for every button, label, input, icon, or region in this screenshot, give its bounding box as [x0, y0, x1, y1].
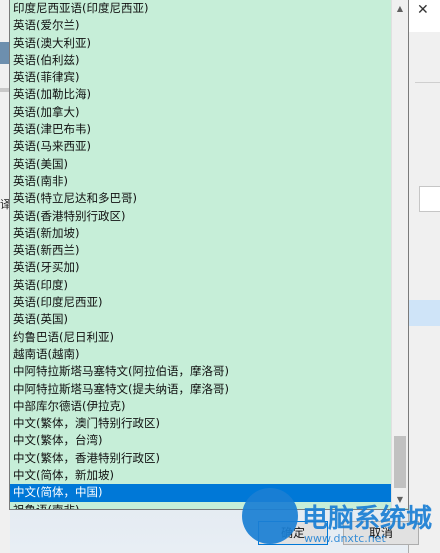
language-option[interactable]: 英语(印度) [10, 277, 392, 294]
desktop-background: 译 ✕ 印度尼西亚语(印度尼西亚) 英语(爱尔兰) 英语(澳大利亚) 英语(伯利兹) 英… [0, 0, 440, 553]
language-option[interactable]: 英语(菲律宾) [10, 69, 392, 86]
language-option[interactable]: 英语(香港特别行政区) [10, 208, 392, 225]
language-option[interactable]: 英语(美国) [10, 156, 392, 173]
language-dropdown-list[interactable]: 印度尼西亚语(印度尼西亚) 英语(爱尔兰) 英语(澳大利亚) 英语(伯利兹) 英语(菲律… [9, 0, 409, 510]
right-dialog-titlebar: ✕ [409, 0, 440, 32]
language-option[interactable]: 英语(新加坡) [10, 225, 392, 242]
language-option[interactable]: 约鲁巴语(尼日利亚) [10, 329, 392, 346]
language-option[interactable]: 中阿特拉斯塔马塞特文(提夫纳语，摩洛哥) [10, 381, 392, 398]
right-dialog-highlight [409, 300, 440, 326]
right-dialog-field[interactable] [419, 186, 440, 212]
language-option[interactable]: 英语(牙买加) [10, 259, 392, 276]
language-option[interactable]: 英语(澳大利亚) [10, 35, 392, 52]
language-option[interactable]: 中文(繁体，香港特别行政区) [10, 450, 392, 467]
close-icon[interactable]: ✕ [417, 2, 429, 18]
language-option[interactable]: 英语(爱尔兰) [10, 17, 392, 34]
right-dialog-edge: ✕ [408, 0, 440, 553]
language-option[interactable]: 英语(加勒比海) [10, 86, 392, 103]
watermark-logo: 电脑系统城 www.dnxtc.net [240, 480, 440, 553]
language-option[interactable]: 中阿特拉斯塔马塞特文(阿拉伯语，摩洛哥) [10, 363, 392, 380]
language-option[interactable]: 英语(英国) [10, 311, 392, 328]
language-option[interactable]: 中文(繁体，澳门特别行政区) [10, 415, 392, 432]
list-scrollbar[interactable]: ▲ ▼ [391, 0, 408, 508]
language-option[interactable]: 英语(马来西亚) [10, 138, 392, 155]
language-option[interactable]: 中文(繁体，台湾) [10, 432, 392, 449]
scroll-up-arrow-icon[interactable]: ▲ [392, 0, 408, 17]
watermark-text: 电脑系统城 [302, 504, 433, 534]
language-option[interactable]: 英语(津巴布韦) [10, 121, 392, 138]
language-option[interactable]: 英语(新西兰) [10, 242, 392, 259]
watermark-url: www.dnxtc.net [304, 532, 386, 545]
language-option[interactable]: 英语(特立尼达和多巴哥) [10, 190, 392, 207]
language-option[interactable]: 英语(印度尼西亚) [10, 294, 392, 311]
language-option[interactable]: 英语(伯利兹) [10, 52, 392, 69]
language-option[interactable]: 中部库尔德语(伊拉克) [10, 398, 392, 415]
watermark-circle-icon [242, 488, 298, 544]
language-option[interactable]: 英语(加拿大) [10, 104, 392, 121]
language-option[interactable]: 越南语(越南) [10, 346, 392, 363]
language-option[interactable]: 印度尼西亚语(印度尼西亚) [10, 0, 392, 17]
language-list-items: 印度尼西亚语(印度尼西亚) 英语(爱尔兰) 英语(澳大利亚) 英语(伯利兹) 英语(菲律… [10, 0, 392, 509]
right-dialog-divider [415, 82, 440, 83]
language-option[interactable]: 英语(南非) [10, 173, 392, 190]
